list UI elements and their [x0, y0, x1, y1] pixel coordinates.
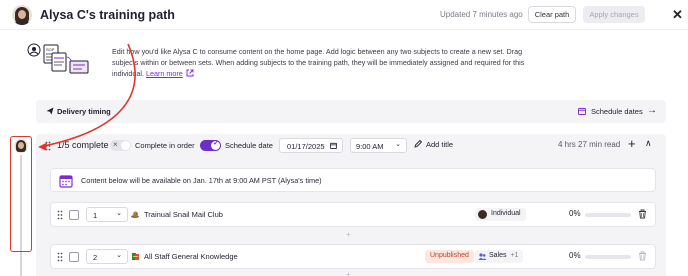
external-link-icon[interactable] — [186, 69, 194, 77]
chevron-up-icon[interactable]: ∧ — [645, 138, 652, 149]
drag-handle-icon[interactable] — [57, 252, 63, 262]
schedule-date-toggle[interactable]: ✓ — [200, 140, 221, 151]
assignee-label: Individual — [491, 210, 521, 217]
group-extra-count: +1 — [510, 252, 519, 259]
list-item[interactable]: 2 ⌄ All Staff General Knowledge Unpublish… — [50, 244, 656, 269]
calendar-icon — [330, 142, 337, 149]
header: Alysa C's training path Updated 7 minute… — [0, 0, 688, 30]
assignee-badge: Individual — [475, 208, 526, 221]
sop-illustration-icon: SOP — [27, 43, 89, 74]
time-value: 9:00 AM — [356, 142, 384, 151]
progress-percent: 0% — [569, 209, 581, 218]
pencil-icon — [414, 140, 422, 148]
add-subject-icon[interactable]: + — [628, 136, 636, 151]
drag-handle-icon[interactable] — [57, 210, 63, 220]
add-title-button[interactable]: Add title — [414, 140, 453, 149]
annotation-highlight-box — [10, 136, 32, 252]
complete-count: 1/5 complete — [57, 140, 109, 150]
date-value: 01/17/2025 — [287, 142, 325, 151]
group-icon — [478, 253, 487, 260]
group-label: Sales — [489, 252, 507, 259]
updated-timestamp: Updated 7 minutes ago — [440, 10, 523, 19]
date-field[interactable]: 01/17/2025 — [279, 138, 343, 153]
group-badge: Sales +1 — [475, 250, 524, 263]
complete-in-order-label: Complete in order — [135, 141, 195, 150]
avatar — [12, 5, 32, 25]
order-select[interactable]: 1 ⌄ — [86, 207, 128, 222]
add-logic-icon[interactable]: + — [346, 270, 351, 276]
progress-bar — [585, 255, 631, 259]
schedule-date-label: Schedule date — [225, 141, 273, 150]
close-icon[interactable]: ✕ — [672, 7, 683, 23]
schedule-dates-button[interactable]: Schedule dates — [591, 107, 643, 116]
trash-icon[interactable] — [638, 209, 647, 219]
duration-text: 4 hrs 27 min read — [558, 140, 621, 149]
trash-icon — [639, 251, 646, 261]
snail-icon — [131, 211, 139, 218]
chevron-down-icon: ⌄ — [116, 210, 122, 217]
delivery-timing-bar: Delivery timing Schedule dates → — [36, 100, 666, 123]
unpublished-badge: Unpublished — [425, 250, 474, 263]
complete-in-order-toggle[interactable]: × — [110, 140, 131, 151]
progress-bar — [585, 213, 631, 217]
learn-more-link[interactable]: Learn more — [146, 69, 183, 78]
item-name[interactable]: Trainual Snail Mail Club — [144, 210, 223, 219]
avatar — [478, 210, 487, 219]
notice-text: Content below will be available on Jan. … — [81, 176, 322, 185]
book-icon — [132, 253, 139, 260]
apply-changes-button[interactable]: Apply changes — [583, 6, 645, 23]
time-select[interactable]: 9:00 AM ⌄ — [350, 138, 407, 153]
add-title-label: Add title — [426, 140, 454, 149]
add-logic-icon[interactable]: + — [346, 230, 351, 239]
chevron-down-icon: ⌄ — [395, 141, 401, 148]
item-name[interactable]: All Staff General Knowledge — [144, 252, 238, 261]
page-title: Alysa C's training path — [40, 8, 175, 22]
list-item[interactable]: 1 ⌄ Trainual Snail Mail Club Individual 0… — [50, 202, 656, 227]
intro-text: Edit how you'd like Alysa C to consume c… — [112, 46, 532, 79]
order-value: 2 — [93, 253, 98, 262]
calendar-icon — [59, 175, 73, 188]
drag-handle-icon[interactable] — [45, 141, 51, 151]
chevron-down-icon: ⌄ — [116, 252, 122, 259]
send-icon — [46, 107, 54, 115]
svg-text:SOP: SOP — [46, 47, 55, 52]
delivery-timing-label: Delivery timing — [57, 107, 111, 116]
availability-notice: Content below will be available on Jan. … — [50, 168, 656, 192]
item-checkbox[interactable] — [69, 252, 79, 262]
progress-percent: 0% — [569, 251, 581, 260]
order-select[interactable]: 2 ⌄ — [86, 249, 128, 264]
calendar-icon — [578, 108, 586, 115]
item-checkbox[interactable] — [69, 210, 79, 220]
arrow-right-icon[interactable]: → — [647, 105, 657, 116]
order-value: 1 — [93, 211, 98, 220]
clear-path-button[interactable]: Clear path — [528, 6, 576, 23]
